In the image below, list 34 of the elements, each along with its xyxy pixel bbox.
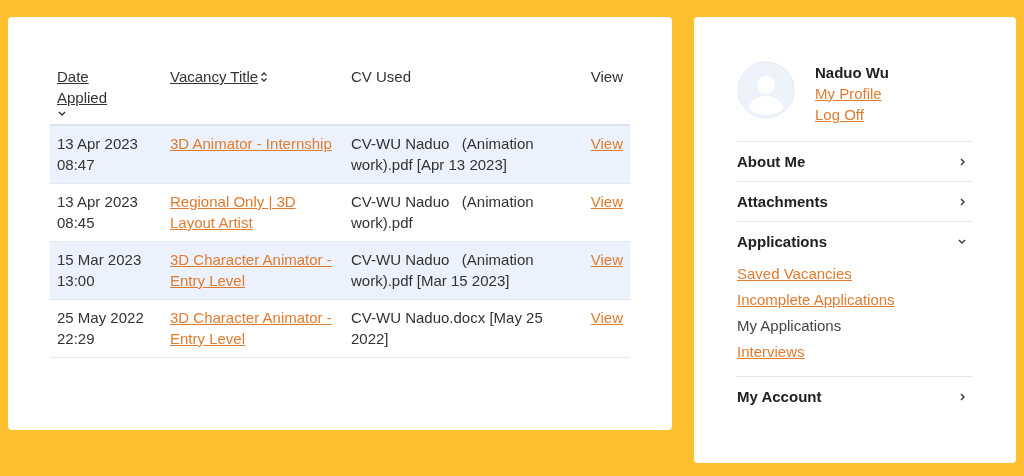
menu-section[interactable]: Attachments	[737, 182, 973, 221]
column-header-link[interactable]: Vacancy Title	[170, 66, 259, 87]
menu-section[interactable]: About Me	[737, 142, 973, 181]
view-link[interactable]: View	[590, 251, 623, 268]
date-applied: 13 Apr 2023 08:47	[57, 135, 138, 173]
column-header: View	[590, 68, 623, 85]
submenu-link[interactable]: Interviews	[737, 341, 805, 362]
sort-descending-icon[interactable]	[57, 110, 67, 118]
menu-section[interactable]: My Account	[737, 377, 973, 416]
avatar-icon	[737, 61, 795, 119]
date-applied: 15 Mar 2023 13:00	[57, 251, 142, 289]
cv-file-name: CV-WU Naduo (Animation work).pdf [Mar 15 2023]	[351, 251, 535, 289]
date-applied: 13 Apr 2023 08:45	[57, 193, 138, 231]
column-header-link[interactable]: Date Applied	[57, 66, 117, 108]
view-link[interactable]: View	[590, 135, 623, 152]
vacancy-link[interactable]: 3D Character Animator - Entry Level	[170, 307, 338, 349]
cv-file-name: CV-WU Naduo.docx [May 25 2022]	[351, 309, 544, 347]
account-link[interactable]: Log Off	[815, 104, 864, 125]
menu-section[interactable]: Applications	[737, 222, 973, 261]
sort-icon[interactable]	[260, 70, 269, 83]
vacancy-link[interactable]: 3D Character Animator - Entry Level	[170, 249, 338, 291]
submenu-link[interactable]: My Applications	[737, 315, 842, 336]
submenu-link[interactable]: Incomplete Applications	[737, 289, 895, 310]
vacancy-link[interactable]: 3D Animator - Internship	[170, 133, 332, 154]
user-name: Naduo Wu	[815, 63, 889, 83]
view-link[interactable]: View	[590, 193, 623, 210]
column-header: CV Used	[351, 68, 412, 85]
vacancy-link[interactable]: Regional Only | 3D Layout Artist	[170, 191, 338, 233]
account-link[interactable]: My Profile	[815, 83, 882, 104]
view-link[interactable]: View	[590, 309, 623, 326]
date-applied: 25 May 2022 22:29	[57, 309, 144, 347]
submenu-link[interactable]: Saved Vacancies	[737, 263, 852, 284]
cv-file-name: CV-WU Naduo (Animation work).pdf [Apr 13 2023]	[351, 135, 535, 173]
cv-file-name: CV-WU Naduo (Animation work).pdf	[351, 193, 535, 231]
